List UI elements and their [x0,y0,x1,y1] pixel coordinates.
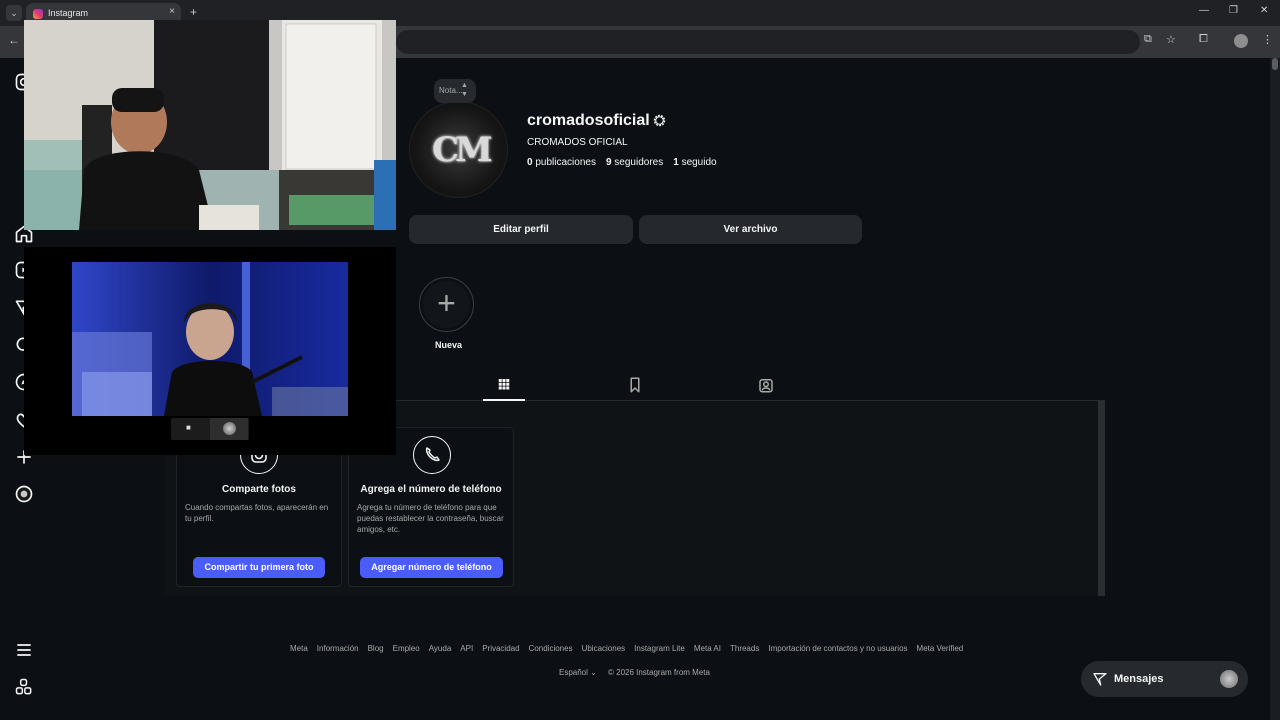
cromados-logo: CM [432,130,493,170]
footer-link[interactable]: Condiciones [529,644,573,653]
profile-stats: 0 publicaciones 9 seguidores 1 seguido [527,157,717,168]
settings-gear-icon[interactable] [652,113,667,128]
profile-full-name: CROMADOS OFICIAL [527,137,628,148]
plus-icon: + [423,281,470,328]
note-scroll-icon: ▲ ▼ [461,82,468,98]
footer-link[interactable]: Blog [368,644,384,653]
back-arrow-icon[interactable]: ← [8,33,20,47]
minimize-window-icon[interactable]: — [1199,5,1209,16]
webcam-overlay-bottom: ■ [24,247,396,455]
posts-count: 0 [527,157,533,168]
webcam-video [72,262,348,416]
footer-link[interactable]: Privacidad [482,644,519,653]
page-scrollbar[interactable] [1270,58,1280,720]
posts-label: publicaciones [535,157,596,168]
close-window-icon[interactable]: ✕ [1260,5,1268,16]
install-app-icon[interactable]: ⧉ [1144,33,1152,46]
footer-links: Meta Información Blog Empleo Ayuda API Privaci… [290,644,963,653]
profile-username: cromadosoficial [527,112,650,129]
user-avatar-icon [223,422,236,435]
footer-link[interactable]: Meta Verified [917,644,964,653]
posts-stat: 0 publicaciones [527,157,596,168]
footer-link[interactable]: Instagram Lite [634,644,685,653]
footer-link[interactable]: Meta [290,644,308,653]
browser-profile-avatar[interactable] [1234,34,1248,48]
following-count: 1 [673,157,679,168]
also-from-meta-icon[interactable] [14,677,34,697]
footer-link[interactable]: Ayuda [429,644,452,653]
tab-search-dropdown-icon[interactable]: ⌄ [6,5,22,21]
following-label: seguido [681,157,717,168]
note-bubble[interactable]: Nota... ▲ ▼ [434,79,476,103]
footer-link[interactable]: API [460,644,473,653]
card-title: Agrega el número de teléfono [360,484,502,495]
messages-avatar [1220,670,1238,688]
saved-bookmark-icon[interactable] [625,376,645,394]
card-description: Agrega tu número de teléfono para que pu… [357,503,504,534]
phone-icon [413,436,451,474]
profile-avatar[interactable]: CM [409,101,508,198]
messages-icon [1093,673,1107,686]
card-description: Cuando compartas fotos, aparecerán en tu… [185,503,329,523]
footer-link[interactable]: Meta AI [694,644,721,653]
more-menu-icon[interactable] [14,640,34,660]
posts-grid-icon[interactable] [494,376,514,394]
copyright: © 2026 Instagram from Meta [608,668,710,677]
profile-avatar-icon[interactable] [14,484,34,504]
new-highlight-label: Nueva [435,340,463,350]
webcam-overlay-top [24,20,396,230]
new-tab-button[interactable]: + [190,6,197,18]
tab-close-icon[interactable]: × [169,6,175,17]
browser-menu-icon[interactable]: ⋮ [1262,33,1273,46]
chevron-down-icon: ⌄ [590,668,597,677]
footer-link[interactable]: Información [317,644,359,653]
tagged-icon[interactable] [756,376,776,394]
extensions-icon[interactable]: ⧠ [1199,33,1208,46]
bookmark-star-icon[interactable]: ☆ [1166,33,1176,46]
messages-label: Mensajes [1114,673,1164,685]
footer-link[interactable]: Empleo [393,644,420,653]
restore-window-icon[interactable]: ❐ [1229,5,1238,16]
footer-link[interactable]: Importación de contactos y no usuarios [768,644,907,653]
new-highlight-button[interactable]: + [419,277,474,332]
language-label: Español [559,668,588,677]
note-placeholder: Nota... [439,86,463,95]
panel-scrollbar[interactable] [1098,401,1105,596]
messages-button[interactable]: Mensajes [1081,661,1248,697]
view-archive-button[interactable]: Ver archivo [639,215,862,244]
tab-title: Instagram [48,8,89,18]
followers-stat[interactable]: 9 seguidores [606,157,663,168]
scrollbar-thumb[interactable] [1272,58,1278,70]
following-stat[interactable]: 1 seguido [673,157,716,168]
edit-profile-button[interactable]: Editar perfil [409,215,633,244]
camera-toggle-icon[interactable]: ■ [186,423,191,432]
add-phone-number-button[interactable]: Agregar número de teléfono [360,557,503,578]
followers-count: 9 [605,157,612,168]
card-title: Comparte fotos [222,484,296,495]
webcam-controls[interactable]: ■ [171,418,249,440]
language-selector[interactable]: Español ⌄ [559,668,597,677]
address-bar[interactable] [396,30,1140,54]
instagram-favicon-icon [33,9,43,19]
footer-link[interactable]: Threads [730,644,759,653]
followers-label: seguidores [614,157,664,168]
footer-link[interactable]: Ubicaciones [582,644,626,653]
share-first-photo-button[interactable]: Compartir tu primera foto [193,557,325,578]
